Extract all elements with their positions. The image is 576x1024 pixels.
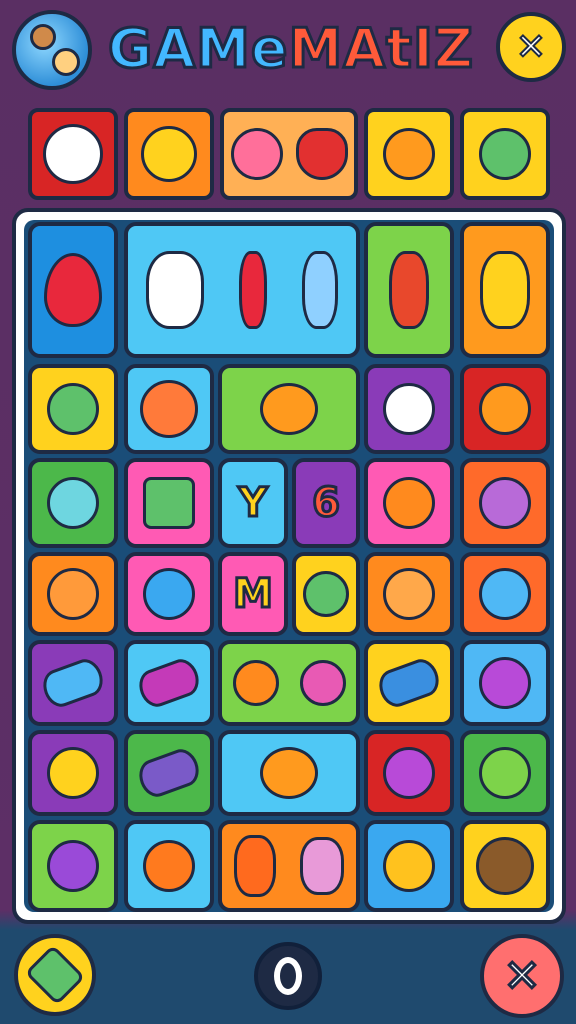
pink-pear-icon (300, 837, 344, 895)
tile-letter-y[interactable]: Y (218, 458, 288, 548)
tile-lemon[interactable] (28, 730, 118, 816)
vase-icon (389, 251, 429, 329)
fox-face-icon (141, 126, 197, 182)
purple-candy-icon (134, 654, 204, 712)
tile-dress-group[interactable] (124, 222, 360, 358)
top-tile-orange-cat[interactable] (364, 108, 454, 200)
orange-cat-icon (383, 128, 435, 180)
leaf-button[interactable] (14, 934, 96, 1016)
tile-blue-leaf-2[interactable] (364, 640, 454, 726)
tile-cyan-alien[interactable] (28, 458, 118, 548)
onion-icon (143, 840, 195, 892)
tile-blue-fish[interactable] (460, 552, 550, 636)
tile-purple-bulb[interactable] (28, 820, 118, 912)
crab-icon (383, 568, 435, 620)
orange-icon (383, 477, 435, 529)
top-tile-cat[interactable] (28, 108, 118, 200)
close-icon[interactable]: ✕ (496, 12, 566, 82)
tile-alien[interactable] (28, 364, 118, 454)
tile-grapefruit[interactable] (124, 364, 214, 454)
candy-stick-icon (238, 251, 267, 329)
tile-green-cat[interactable] (292, 552, 360, 636)
green-virus-icon (479, 747, 531, 799)
purple-monster-icon (479, 657, 531, 709)
fox-cat-icon (47, 568, 99, 620)
letter-y: Y (237, 479, 269, 528)
dress-icon (145, 251, 204, 329)
center-button[interactable] (254, 942, 322, 1010)
top-tile-fruits[interactable] (220, 108, 358, 200)
blue-fish-icon (479, 568, 531, 620)
tile-onion[interactable] (124, 820, 214, 912)
grapefruit-icon (140, 380, 198, 438)
tile-orange-cat[interactable] (460, 364, 550, 454)
tile-snail-2[interactable] (218, 730, 360, 816)
egg-icon (44, 253, 102, 327)
game-title: GAMeMAtIZ (106, 14, 488, 84)
alien-face-icon (479, 128, 531, 180)
close-button[interactable]: ✕ (480, 934, 564, 1018)
tile-purple-candy[interactable] (124, 640, 214, 726)
tile-heart[interactable] (364, 364, 454, 454)
tile-number-6[interactable]: 6 (292, 458, 360, 548)
strawberry-icon (295, 128, 348, 180)
plum-icon (134, 744, 204, 802)
snail-icon (260, 383, 318, 435)
top-tile-alien[interactable] (460, 108, 550, 200)
coconut-icon (476, 837, 534, 895)
title-part-2: MAtIZ (287, 16, 475, 82)
bottle-icon (480, 251, 530, 329)
blue-leaf-icon (374, 654, 444, 712)
crystal-icon (302, 251, 339, 329)
green-cat-icon (303, 571, 349, 617)
letter-m: M (232, 570, 275, 619)
cat-face-icon (43, 124, 103, 184)
orange-ring-icon (232, 660, 279, 706)
orange-cat-icon (479, 383, 531, 435)
tile-carrot-pear[interactable] (218, 820, 360, 912)
title-part-1: GAMe (106, 16, 289, 82)
leaf-icon (24, 944, 86, 1006)
tile-crab[interactable] (364, 552, 454, 636)
tile-sun-face[interactable] (364, 820, 454, 912)
tile-purple-monster[interactable] (460, 640, 550, 726)
globe-mascot-icon[interactable] (12, 10, 92, 90)
heart-bubble-icon (383, 383, 435, 435)
purple-cat-icon (383, 747, 435, 799)
tile-blue-leaf[interactable] (28, 640, 118, 726)
sun-face-icon (383, 840, 435, 892)
tile-coconut[interactable] (460, 820, 550, 912)
snail-icon (260, 747, 318, 799)
ring-icon (479, 477, 531, 529)
tile-purple-cat[interactable] (364, 730, 454, 816)
carrot-icon (234, 835, 276, 897)
tile-virus[interactable] (460, 730, 550, 816)
blue-leaf-icon (38, 654, 108, 712)
tile-ring[interactable] (460, 458, 550, 548)
cyan-alien-icon (47, 477, 99, 529)
tile-vase-red[interactable] (364, 222, 454, 358)
tile-moon[interactable] (124, 552, 214, 636)
sign-icon (143, 477, 195, 529)
ring-icon (274, 957, 302, 995)
tile-fox-cat[interactable] (28, 552, 118, 636)
tile-egg[interactable] (28, 222, 118, 358)
number-6: 6 (311, 479, 342, 528)
tile-ring-cat[interactable] (218, 640, 360, 726)
alien-face-icon (47, 383, 99, 435)
tile-plum[interactable] (124, 730, 214, 816)
top-tile-fox[interactable] (124, 108, 214, 200)
tile-letter-m[interactable]: M (218, 552, 288, 636)
pink-cat-icon (299, 660, 346, 706)
flower-icon (230, 128, 283, 180)
tile-orange-fruit[interactable] (364, 458, 454, 548)
moon-icon (143, 568, 195, 620)
tile-sign[interactable] (124, 458, 214, 548)
tile-snail[interactable] (218, 364, 360, 454)
tile-bottle-yellow[interactable] (460, 222, 550, 358)
lemon-icon (47, 747, 99, 799)
purple-bulb-icon (47, 840, 99, 892)
